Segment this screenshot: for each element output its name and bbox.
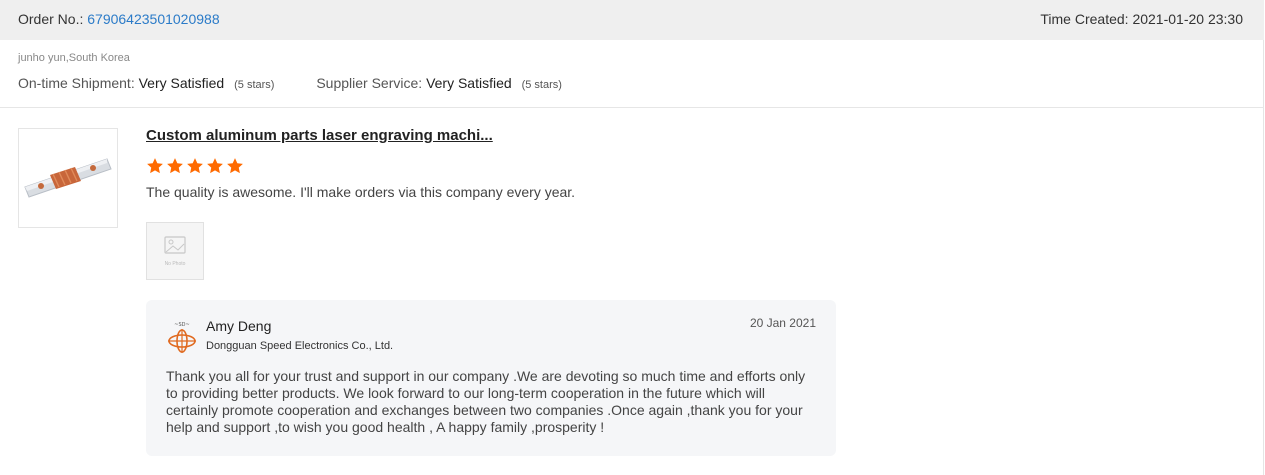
review-text: The quality is awesome. I'll make orders… — [146, 184, 576, 200]
review-star-rating — [146, 157, 244, 175]
supplier-reply: ~SD~ Amy Deng Dongguan Speed Electronics… — [146, 300, 836, 456]
reply-date: 20 Jan 2021 — [749, 316, 816, 330]
rating-stars-text: (5 stars) — [521, 79, 562, 91]
star-icon — [207, 158, 223, 174]
rating-value: Very Satisfied — [138, 75, 225, 91]
star-icon — [227, 158, 243, 174]
buyer-section: junho yun,South Korea On-time Shipment: … — [0, 40, 1264, 108]
buyer-name-location: junho yun,South Korea — [18, 52, 130, 64]
product-title-link[interactable]: Custom aluminum parts laser engraving ma… — [146, 127, 493, 144]
on-time-shipment-rating: On-time Shipment: Very Satisfied (5 star… — [18, 75, 274, 91]
order-header: Order No.: 67906423501020988 Time Create… — [0, 0, 1264, 40]
order-number: Order No.: 67906423501020988 — [18, 11, 220, 27]
order-number-label: Order No.: — [18, 11, 84, 27]
product-thumbnail[interactable] — [18, 128, 118, 228]
company-logo-icon: ~SD~ — [168, 322, 196, 353]
time-created: Time Created: 2021-01-20 23:30 — [1040, 11, 1243, 27]
product-image-icon — [24, 158, 112, 198]
star-icon — [147, 158, 163, 174]
rating-stars-text: (5 stars) — [234, 79, 275, 91]
reply-company-name: Dongguan Speed Electronics Co., Ltd. — [206, 340, 394, 352]
time-created-value: 2021-01-20 23:30 — [1132, 11, 1243, 27]
supplier-ratings: On-time Shipment: Very Satisfied (5 star… — [18, 75, 562, 91]
star-icon — [167, 158, 183, 174]
star-icon — [187, 158, 203, 174]
svg-text:~SD~: ~SD~ — [174, 322, 189, 328]
rating-label: On-time Shipment: — [18, 75, 135, 91]
rating-label: Supplier Service: — [316, 75, 423, 91]
reply-text: Thank you all for your trust and support… — [166, 368, 806, 435]
review-card: Order No.: 67906423501020988 Time Create… — [0, 0, 1264, 475]
order-number-link[interactable]: 67906423501020988 — [87, 11, 219, 27]
review-photo-placeholder[interactable]: No Photo — [146, 222, 204, 280]
rating-value: Very Satisfied — [426, 75, 512, 91]
image-placeholder-icon — [164, 236, 186, 254]
time-created-label: Time Created: — [1040, 11, 1129, 27]
reply-author-name: Amy Deng — [206, 318, 272, 334]
supplier-service-rating: Supplier Service: Very Satisfied (5 star… — [316, 75, 562, 91]
no-photo-label: No Photo — [164, 261, 186, 267]
